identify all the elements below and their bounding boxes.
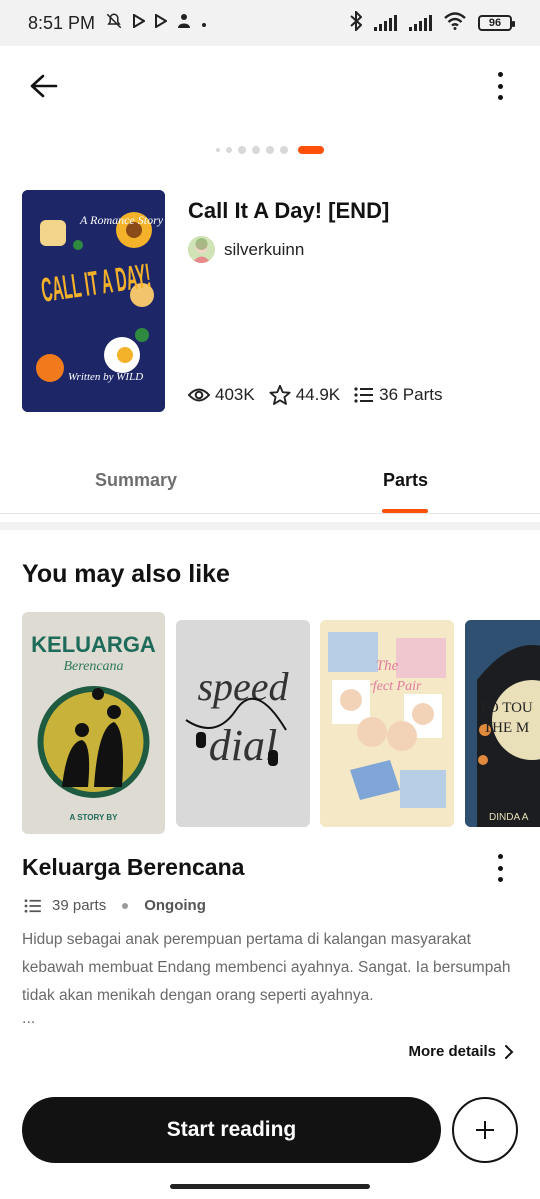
- meta-separator: [122, 902, 129, 909]
- pager-dot: [216, 148, 220, 152]
- recommendation-cover[interactable]: speed dial: [176, 620, 310, 827]
- more-details-label: More details: [408, 1043, 496, 1060]
- dot-icon: [201, 15, 207, 32]
- section-divider: [0, 522, 540, 530]
- recommendations-heading: You may also like: [22, 560, 230, 588]
- book-options-button[interactable]: [492, 854, 508, 882]
- cover-credit: Written by WILD: [68, 371, 143, 383]
- story-cover-art: A Romance Story CALL IT A DAY! Written b…: [22, 190, 165, 412]
- back-button[interactable]: [24, 66, 64, 106]
- top-app-bar: [0, 46, 540, 126]
- pager-dot: [280, 146, 288, 154]
- signal-icon: [409, 15, 432, 31]
- overflow-menu-button[interactable]: [488, 68, 512, 104]
- active-tab-indicator: [382, 509, 428, 513]
- reads-stat: 403K: [188, 385, 255, 405]
- book-description: Hidup sebagai anak perempuan pertama di …: [22, 931, 511, 1004]
- cover-title: The: [376, 658, 399, 674]
- recommendation-cover[interactable]: KELUARGA Berencana A STORY BY: [22, 612, 165, 834]
- recommendation-carousel[interactable]: KELUARGA Berencana A STORY BY speed dial: [22, 612, 540, 836]
- cover-subtitle: THE M: [483, 720, 529, 736]
- status-time: 8:51 PM: [28, 12, 96, 33]
- cover-tagline: A Romance Story: [79, 213, 164, 227]
- pager-dot: [252, 146, 260, 154]
- story-cover[interactable]: A Romance Story CALL IT A DAY! Written b…: [22, 190, 165, 412]
- add-to-library-button[interactable]: [452, 1097, 518, 1163]
- cover-art: speed dial: [176, 620, 310, 827]
- recommendation-cover[interactable]: The Perfect Pair: [320, 620, 454, 827]
- plus-icon: [476, 1121, 494, 1139]
- cover-byline: A STORY BY: [69, 813, 118, 822]
- votes-stat: 44.9K: [269, 384, 340, 406]
- parts-stat: 36 Parts: [354, 385, 442, 405]
- start-reading-button[interactable]: Start reading: [22, 1097, 441, 1163]
- story-title: Call It A Day! [END]: [188, 198, 390, 223]
- cover-title: KELUARGA: [31, 632, 156, 657]
- cover-art: KELUARGA Berencana A STORY BY: [22, 612, 165, 834]
- bluetooth-icon: [350, 9, 363, 36]
- pager-dot-active: [298, 146, 324, 154]
- play-icon: [155, 13, 168, 32]
- book-status: Ongoing: [144, 897, 206, 914]
- signal-icon: [374, 15, 397, 31]
- battery-icon: 96: [478, 15, 515, 31]
- avatar: [188, 236, 215, 263]
- reads-count: 403K: [215, 385, 255, 404]
- parts-count: 36 Parts: [379, 385, 443, 404]
- author-name: silverkuinn: [224, 239, 305, 259]
- story-tabs: Summary Parts: [0, 452, 540, 514]
- back-arrow-icon: [30, 74, 58, 98]
- more-vertical-icon: [497, 72, 503, 77]
- list-icon: [24, 898, 41, 913]
- pager-dot: [266, 146, 274, 154]
- votes-count: 44.9K: [295, 385, 341, 404]
- wifi-icon: [444, 11, 466, 35]
- cover-byline: DINDA A: [489, 812, 529, 823]
- cover-art: TO TOU THE M DINDA A: [465, 620, 540, 827]
- cover-pager-indicator: [0, 146, 540, 154]
- list-icon: [354, 387, 374, 403]
- tab-summary[interactable]: Summary: [95, 470, 177, 491]
- cover-subtitle: dial: [209, 721, 277, 770]
- cover-subtitle: Berencana: [63, 659, 123, 674]
- cover-title: TO TOU: [479, 700, 533, 716]
- star-icon: [269, 384, 291, 405]
- book-meta: 39 parts Ongoing: [24, 897, 206, 914]
- story-stats: 403K 44.9K 36 Parts: [188, 384, 442, 406]
- pager-dot: [226, 147, 232, 153]
- more-vertical-icon: [497, 854, 503, 859]
- chevron-right-icon: [505, 1044, 514, 1059]
- author-row[interactable]: silverkuinn: [188, 236, 304, 263]
- person-icon: [177, 13, 191, 33]
- home-indicator[interactable]: [170, 1184, 370, 1189]
- cover-art: The Perfect Pair: [320, 620, 454, 827]
- tab-parts[interactable]: Parts: [383, 470, 428, 491]
- mute-icon: [105, 12, 123, 34]
- book-parts-count: 39 parts: [52, 897, 107, 914]
- play-icon: [133, 13, 146, 32]
- status-bar: 8:51 PM 96: [0, 0, 540, 46]
- recommendation-cover[interactable]: TO TOU THE M DINDA A: [465, 620, 540, 827]
- more-details-link[interactable]: More details: [408, 1043, 514, 1060]
- pager-dot: [238, 146, 246, 154]
- recommended-book-title[interactable]: Keluarga Berencana: [22, 854, 244, 881]
- description-ellipsis: ...: [22, 1010, 36, 1027]
- eye-icon: [188, 388, 210, 402]
